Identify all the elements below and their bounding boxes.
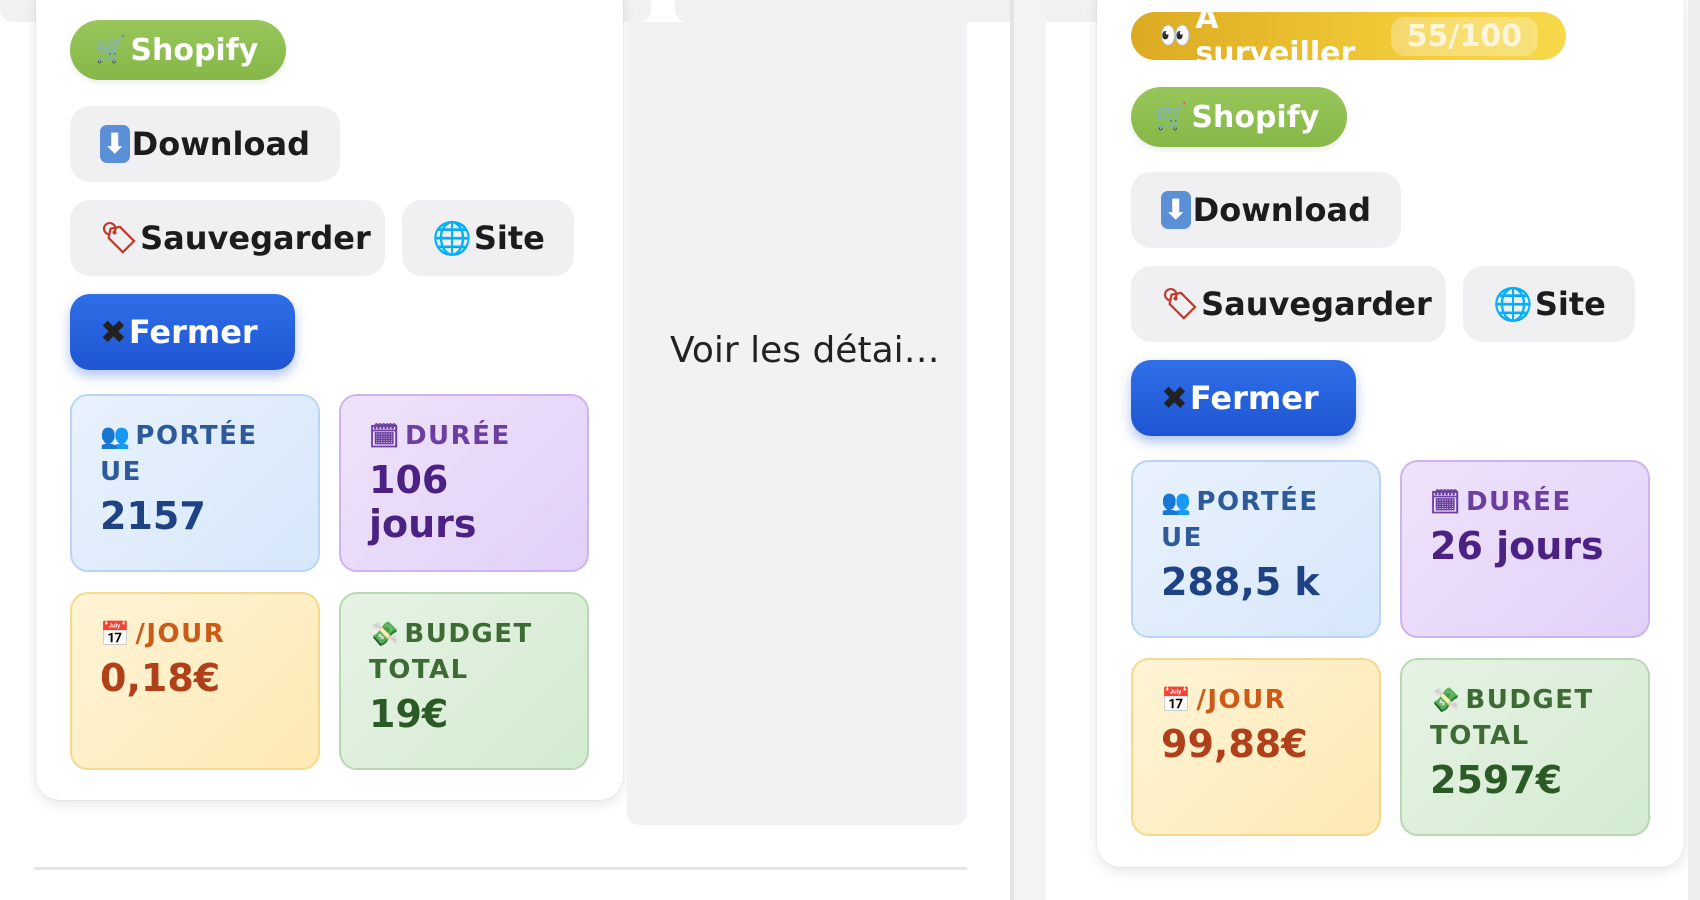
details-panel[interactable] [627, 22, 967, 825]
stat-per-day-right: 📅/JOUR 99,88€ [1131, 658, 1381, 836]
stat-duration-label: 🗓 DURÉE [369, 418, 559, 454]
eyes-icon: 👀 [1159, 21, 1192, 51]
column-divider [1010, 0, 1046, 900]
stat-per-day-value: 99,88€ [1161, 722, 1308, 766]
stat-per-day: 📅/JOUR 0,18€ [70, 592, 320, 770]
money-icon: 💸 [1430, 686, 1462, 714]
tag-icon: 🏷 [1161, 286, 1200, 322]
stat-duration-value: 106 jours [369, 458, 477, 546]
stat-reach: 👥 PORTÉE UE 2157 [70, 394, 320, 572]
per-day-label-text: /JOUR [1196, 685, 1287, 715]
cart-icon: 🛒 [1155, 102, 1188, 132]
stat-budget-right: 💸 BUDGET TOTAL 2597€ [1400, 658, 1650, 836]
download-button[interactable]: ⬇ Download [70, 106, 340, 182]
save-button-right[interactable]: 🏷 Sauvegarder [1131, 266, 1446, 342]
close-icon: ✖ [100, 313, 127, 351]
stat-reach-value: 288,5 k [1161, 560, 1320, 604]
duration-label-text: DURÉE [404, 421, 511, 451]
stat-per-day-value: 0,18€ [100, 656, 221, 700]
close-label: Fermer [128, 313, 258, 351]
people-icon: 👥 [100, 422, 132, 450]
globe-icon: 🌐 [432, 219, 472, 257]
site-button[interactable]: 🌐 Site [402, 200, 574, 276]
close-icon: ✖ [1161, 379, 1188, 417]
platform-badge: 🛒 Shopify [70, 20, 287, 80]
duration-label-text: DURÉE [1465, 487, 1572, 517]
stat-reach-value: 2157 [100, 494, 206, 538]
platform-label: Shopify [130, 32, 259, 68]
score-badge: 55/100 [1390, 16, 1538, 56]
download-icon: ⬇ [100, 125, 130, 163]
stat-duration: 🗓 DURÉE 106 jours [339, 394, 589, 572]
stat-per-day-label: 📅/JOUR [1161, 682, 1351, 718]
download-icon: ⬇ [1161, 191, 1191, 229]
scroll-edge [1688, 0, 1700, 900]
watch-label: À surveiller [1195, 1, 1356, 71]
save-button[interactable]: 🏷 Sauvegarder [70, 200, 385, 276]
close-button[interactable]: ✖ Fermer [70, 294, 295, 370]
details-link[interactable]: Voir les détai… [670, 330, 940, 371]
platform-label: Shopify [1191, 99, 1320, 135]
stat-budget-value: 19€ [369, 692, 449, 736]
calendar-day-icon: 📅 [1161, 686, 1193, 714]
globe-icon: 🌐 [1493, 285, 1533, 323]
site-label: Site [1534, 285, 1606, 323]
tag-icon: 🏷 [100, 220, 139, 256]
stat-reach-label: 👥 PORTÉE UE [1161, 484, 1351, 556]
stat-budget-value: 2597€ [1430, 758, 1563, 802]
calendar-day-icon: 📅 [100, 620, 132, 648]
stat-per-day-label: 📅/JOUR [100, 616, 290, 652]
stat-budget: 💸 BUDGET TOTAL 19€ [339, 592, 589, 770]
download-label: Download [131, 125, 310, 163]
download-button-right[interactable]: ⬇ Download [1131, 172, 1401, 248]
stat-duration-value: 26 jours [1430, 524, 1604, 568]
platform-badge-right: 🛒 Shopify [1131, 87, 1348, 147]
stat-duration-label: 🗓 DURÉE [1430, 484, 1620, 520]
close-button-right[interactable]: ✖ Fermer [1131, 360, 1356, 436]
stat-budget-label: 💸 BUDGET TOTAL [1430, 682, 1620, 754]
calendar-icon: 🗓 [369, 422, 401, 450]
per-day-label-text: /JOUR [135, 619, 226, 649]
cart-icon: 🛒 [94, 35, 127, 65]
stat-budget-label: 💸 BUDGET TOTAL [369, 616, 559, 688]
stat-reach-right: 👥 PORTÉE UE 288,5 k [1131, 460, 1381, 638]
save-label: Sauvegarder [140, 219, 371, 257]
money-icon: 💸 [369, 620, 401, 648]
close-label: Fermer [1189, 379, 1319, 417]
save-label: Sauvegarder [1201, 285, 1432, 323]
site-button-right[interactable]: 🌐 Site [1463, 266, 1635, 342]
site-label: Site [473, 219, 545, 257]
calendar-icon: 🗓 [1430, 488, 1462, 516]
download-label: Download [1192, 191, 1371, 229]
stat-reach-label: 👥 PORTÉE UE [100, 418, 290, 490]
stat-duration-right: 🗓 DURÉE 26 jours [1400, 460, 1650, 638]
watch-badge: 👀 À surveiller 55/100 [1131, 1, 1566, 71]
divider-line [34, 867, 967, 870]
people-icon: 👥 [1161, 488, 1193, 516]
